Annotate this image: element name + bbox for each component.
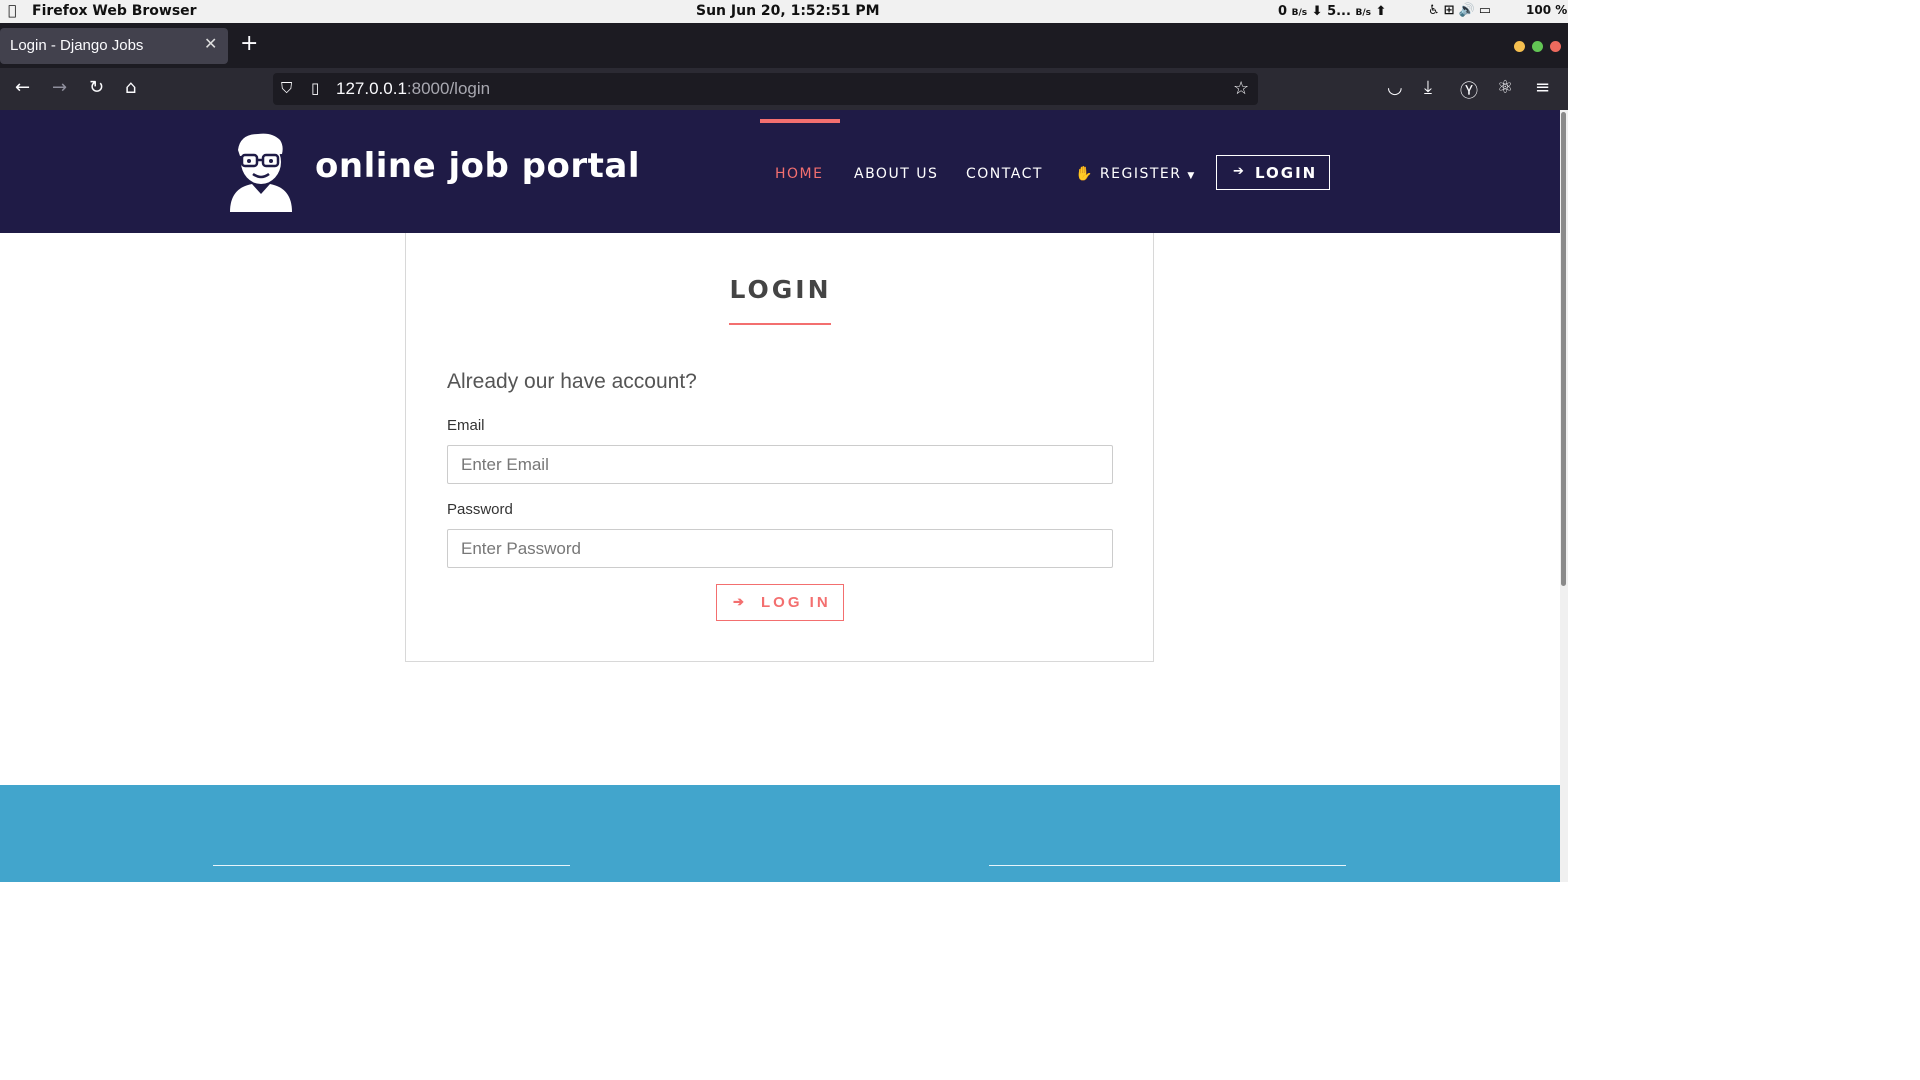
net-down-unit: B/s xyxy=(1291,8,1308,18)
login-title: LOGIN xyxy=(729,275,832,304)
volume-icon[interactable]: 🔊 xyxy=(1459,3,1479,18)
home-icon[interactable]: ⌂ xyxy=(125,77,136,98)
battery-percent[interactable]: 100 % xyxy=(1526,3,1567,17)
battery-icon[interactable]: ▭ xyxy=(1479,3,1495,18)
email-label: Email xyxy=(447,417,485,434)
tracking-shield-icon[interactable]: ⛉ xyxy=(281,79,292,97)
site-brand-name[interactable]: online job portal xyxy=(315,146,640,186)
url-host: 127.0.0.1 xyxy=(336,79,407,98)
title-underline xyxy=(729,323,831,325)
header-login-label: LOGIN xyxy=(1255,164,1318,182)
login-card: LOGIN Already our have account? Email Pa… xyxy=(405,233,1154,662)
hand-icon: ✋ xyxy=(1075,166,1094,182)
site-footer xyxy=(0,785,1560,882)
net-up-unit: B/s xyxy=(1355,8,1371,18)
apple-icon[interactable]:  xyxy=(8,3,16,19)
accessibility-icon[interactable]: ♿ xyxy=(1428,3,1444,18)
close-window-button[interactable] xyxy=(1550,41,1561,52)
url-text[interactable]: 127.0.0.1:8000/login xyxy=(336,79,490,99)
network-icon[interactable]: ⊞ xyxy=(1444,3,1459,18)
download-arrow-icon: ⬇ xyxy=(1311,4,1323,19)
nav-register-dropdown[interactable]: ✋ REGISTER ▼ xyxy=(1075,166,1196,182)
password-label: Password xyxy=(447,501,513,518)
login-submit-label: LOG IN xyxy=(761,594,831,611)
back-arrow-icon[interactable]: ← xyxy=(15,77,30,98)
nav-about-link[interactable]: ABOUT US xyxy=(854,166,938,182)
footer-divider-right xyxy=(989,865,1346,866)
header-login-button[interactable]: ➔ LOGIN xyxy=(1216,155,1330,190)
browser-tab-strip: Login - Django Jobs ✕ + xyxy=(0,23,1568,68)
system-tray: ♿⊞🔊▭ xyxy=(1428,3,1495,18)
nav-register-label: REGISTER xyxy=(1099,166,1182,182)
minimize-window-button[interactable] xyxy=(1514,41,1525,52)
reload-icon[interactable]: ↻ xyxy=(89,77,104,98)
sign-in-icon: ➔ xyxy=(733,594,747,609)
active-app-name[interactable]: Firefox Web Browser xyxy=(32,3,197,19)
scrollbar-thumb[interactable] xyxy=(1561,112,1566,586)
nav-home-link[interactable]: HOME xyxy=(775,166,823,182)
email-field[interactable] xyxy=(447,445,1113,484)
browser-toolbar: ← → ↻ ⌂ ⛉ ▯ 127.0.0.1:8000/login ☆ ◡ ⤓ Ⓨ… xyxy=(0,68,1568,110)
browser-tab[interactable]: Login - Django Jobs ✕ xyxy=(0,28,228,64)
downloads-icon[interactable]: ⤓ xyxy=(1424,77,1432,98)
caret-down-icon: ▼ xyxy=(1187,171,1196,181)
pocket-icon[interactable]: ◡ xyxy=(1387,77,1403,98)
menu-icon[interactable]: ≡ xyxy=(1535,77,1550,98)
page-info-icon[interactable]: ▯ xyxy=(311,79,319,97)
system-menu-bar:  Firefox Web Browser Sun Jun 20, 1:52:5… xyxy=(0,0,1568,23)
web-page: online job portal HOME ABOUT US CONTACT … xyxy=(0,110,1560,882)
page-scrollbar[interactable] xyxy=(1560,110,1568,882)
tab-title: Login - Django Jobs xyxy=(10,37,144,54)
nav-contact-link[interactable]: CONTACT xyxy=(966,166,1043,182)
extension-icon[interactable]: ⚛ xyxy=(1497,77,1513,98)
bookmark-star-icon[interactable]: ☆ xyxy=(1233,78,1249,99)
footer-divider-left xyxy=(213,865,570,866)
upload-arrow-icon: ⬆ xyxy=(1375,4,1387,19)
account-icon[interactable]: Ⓨ xyxy=(1460,77,1478,103)
active-nav-indicator xyxy=(760,119,840,123)
net-up-value: 5... xyxy=(1327,4,1351,19)
user-avatar-logo-icon[interactable] xyxy=(228,130,294,212)
login-subtitle: Already our have account? xyxy=(447,370,697,393)
password-field[interactable] xyxy=(447,529,1113,568)
login-submit-button[interactable]: ➔ LOG IN xyxy=(716,584,844,621)
url-path: :8000/login xyxy=(406,79,491,98)
system-clock[interactable]: Sun Jun 20, 1:52:51 PM xyxy=(696,3,880,19)
maximize-window-button[interactable] xyxy=(1532,41,1543,52)
address-bar[interactable]: ⛉ ▯ 127.0.0.1:8000/login ☆ xyxy=(273,73,1258,105)
site-header: online job portal HOME ABOUT US CONTACT … xyxy=(0,110,1560,233)
close-tab-icon[interactable]: ✕ xyxy=(204,34,217,53)
new-tab-icon[interactable]: + xyxy=(240,31,258,56)
sign-in-icon: ➔ xyxy=(1233,164,1246,179)
network-speed: 0 B/s ⬇ 5... B/s ⬆ xyxy=(1278,4,1386,19)
net-down-value: 0 xyxy=(1278,4,1288,19)
forward-arrow-icon[interactable]: → xyxy=(52,77,67,98)
